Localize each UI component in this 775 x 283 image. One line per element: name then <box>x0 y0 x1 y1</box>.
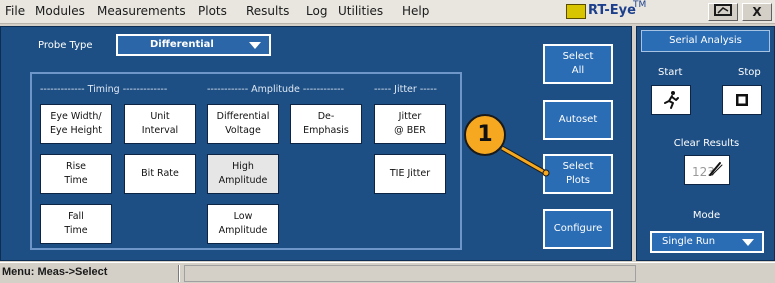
eraser-icon: 123 <box>692 162 723 179</box>
clear-results-button[interactable]: 123 <box>684 155 730 185</box>
menu-utilities[interactable]: Utilities <box>338 4 383 18</box>
rise-time-button[interactable]: Rise Time <box>40 154 112 194</box>
menu-help[interactable]: Help <box>402 4 429 18</box>
restore-window-button[interactable] <box>708 3 738 21</box>
probe-type-label: Probe Type <box>38 40 93 51</box>
low-amplitude-button[interactable]: Low Amplitude <box>207 204 279 244</box>
app-logo: RT-Eye TM <box>566 0 648 21</box>
timing-group-label: ------------- Timing ------------- <box>40 84 168 95</box>
status-bar: Menu: Meas->Select <box>0 262 775 283</box>
close-window-button[interactable]: X <box>742 3 772 21</box>
stop-label: Stop <box>738 67 761 78</box>
unit-interval-button[interactable]: Unit Interval <box>124 104 196 144</box>
logo-mark-icon <box>566 4 586 19</box>
restore-icon <box>714 4 732 16</box>
stop-button[interactable] <box>722 85 762 115</box>
app-name: RT-Eye <box>588 3 636 18</box>
amplitude-group-label: ------------ Amplitude ------------ <box>207 84 344 95</box>
stop-square-icon <box>736 94 748 106</box>
menu-file[interactable]: File <box>5 4 25 18</box>
start-button[interactable] <box>651 85 691 115</box>
autoset-button[interactable]: Autoset <box>543 100 613 140</box>
differential-voltage-button[interactable]: Differential Voltage <box>207 104 279 144</box>
menu-log[interactable]: Log <box>306 4 327 18</box>
trademark: TM <box>633 0 647 10</box>
high-amplitude-button[interactable]: High Amplitude <box>207 154 279 194</box>
status-divider <box>178 265 180 282</box>
callout-number: 1 <box>464 114 506 156</box>
chevron-down-icon <box>742 239 754 246</box>
status-message-field <box>184 265 636 282</box>
serial-analysis-title: Serial Analysis <box>641 30 770 52</box>
tie-jitter-button[interactable]: TIE Jitter <box>374 154 446 194</box>
select-plots-button[interactable]: Select Plots <box>543 154 613 194</box>
menu-results[interactable]: Results <box>246 4 289 18</box>
jitter-group-label: ----- Jitter ----- <box>374 84 437 95</box>
clear-results-label: Clear Results <box>673 138 740 149</box>
eye-width-height-button[interactable]: Eye Width/ Eye Height <box>40 104 112 144</box>
configure-button[interactable]: Configure <box>543 209 613 249</box>
mode-select[interactable]: Single Run <box>650 231 764 253</box>
mode-value: Single Run <box>662 236 716 247</box>
de-emphasis-button[interactable]: De- Emphasis <box>290 104 362 144</box>
probe-type-value: Differential <box>150 39 214 50</box>
select-all-button[interactable]: Select All <box>543 44 613 84</box>
bit-rate-button[interactable]: Bit Rate <box>124 154 196 194</box>
mode-label: Mode <box>692 210 721 221</box>
running-figure-icon <box>664 91 679 109</box>
fall-time-button[interactable]: Fall Time <box>40 204 112 244</box>
jitter-at-ber-button[interactable]: Jitter @ BER <box>374 104 446 144</box>
start-label: Start <box>658 67 683 78</box>
menu-modules[interactable]: Modules <box>35 4 85 18</box>
menu-plots[interactable]: Plots <box>198 4 227 18</box>
status-text: Menu: Meas->Select <box>2 266 108 278</box>
menu-bar: File Modules Measurements Plots Results … <box>0 0 775 24</box>
chevron-down-icon <box>249 42 261 49</box>
menu-measurements[interactable]: Measurements <box>97 4 186 18</box>
probe-type-select[interactable]: Differential <box>116 34 271 56</box>
